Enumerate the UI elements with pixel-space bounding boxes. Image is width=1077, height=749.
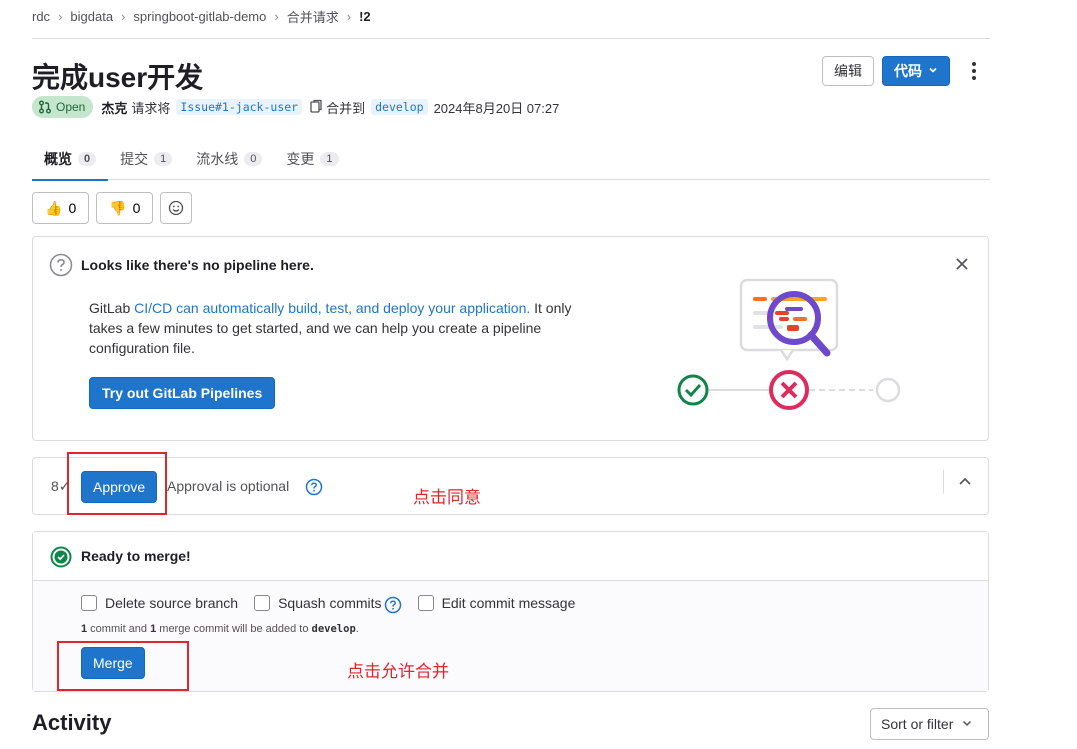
header-divider <box>32 38 990 39</box>
breadcrumb-item-current[interactable]: !2 <box>359 9 371 24</box>
tab-count: 0 <box>244 152 263 166</box>
close-icon[interactable] <box>955 255 969 276</box>
thumbs-up-button[interactable]: 👍 0 <box>32 192 90 224</box>
merge-request-tabs: 概览 0 提交 1 流水线 0 变更 1 <box>32 138 990 181</box>
help-icon[interactable] <box>384 596 402 617</box>
chevron-down-icon <box>928 65 938 78</box>
help-icon[interactable] <box>305 478 323 499</box>
page-title: 完成user开发 <box>32 62 204 93</box>
source-branch[interactable]: Issue#1-jack-user <box>176 99 303 115</box>
edit-button[interactable]: 编辑 <box>822 56 874 86</box>
pipeline-illustration <box>677 278 901 410</box>
tab-pipelines[interactable]: 流水线 0 <box>184 138 274 180</box>
note-text: merge commit will be added to <box>156 623 312 635</box>
breadcrumb-item-rdc[interactable]: rdc <box>32 9 50 24</box>
note-target-branch: develop <box>311 623 356 635</box>
breadcrumb-item-project[interactable]: springboot-gitlab-demo <box>133 9 266 24</box>
checkbox[interactable] <box>81 594 97 611</box>
breadcrumb-separator: › <box>346 9 352 24</box>
checkbox[interactable] <box>254 594 271 611</box>
tab-label: 流水线 <box>196 151 239 167</box>
approve-highlight-box <box>67 452 167 515</box>
merge-highlight-box <box>57 641 189 691</box>
description-prefix: GitLab <box>89 300 135 316</box>
thumbs-down-count: 0 <box>132 200 141 216</box>
breadcrumb-item-bigdata[interactable]: bigdata <box>70 9 113 24</box>
merge-annotation: 点击允许合并 <box>347 662 449 682</box>
breadcrumb-separator: › <box>121 9 126 24</box>
code-button-label: 代码 <box>894 63 922 79</box>
ready-to-merge-title: Ready to merge! <box>81 548 191 564</box>
author-name[interactable]: 杰克 <box>101 98 127 117</box>
breadcrumb-separator: › <box>274 9 279 24</box>
add-reaction-button[interactable] <box>160 192 193 224</box>
edit-commit-message-checkbox[interactable]: Edit commit message <box>417 594 576 611</box>
checkbox-label: Delete source branch <box>105 594 239 611</box>
tab-count: 1 <box>320 152 339 166</box>
merge-options: Delete source branch Squash commits Edit… <box>81 592 591 614</box>
success-status-icon <box>50 546 72 571</box>
copy-icon[interactable] <box>310 99 322 116</box>
tab-label: 变更 <box>286 151 315 167</box>
code-dropdown-button[interactable]: 代码 <box>882 56 950 86</box>
tab-count: 0 <box>78 152 97 166</box>
merge-request-meta: Open 杰克 请求将 Issue#1-jack-user 合并到 develo… <box>32 96 559 118</box>
checkbox-label: Squash commits <box>278 594 382 611</box>
breadcrumb: rdc › bigdata › springboot-gitlab-demo ›… <box>32 7 371 26</box>
created-date: 2024年8月20日 07:27 <box>433 100 560 116</box>
no-pipeline-description: GitLab CI/CD can automatically build, te… <box>89 298 589 358</box>
thumbs-up-count: 0 <box>68 200 77 216</box>
cicd-link[interactable]: CI/CD can automatically build, test, and… <box>134 300 530 316</box>
merge-into-text: 合并到 <box>326 100 366 116</box>
more-actions-icon[interactable] <box>964 58 984 84</box>
tab-label: 提交 <box>120 151 149 167</box>
activity-heading: Activity <box>32 710 112 735</box>
tab-overview[interactable]: 概览 0 <box>32 138 109 181</box>
breadcrumb-item-merge-requests[interactable]: 合并请求 <box>287 7 339 26</box>
no-pipeline-title: Looks like there's no pipeline here. <box>81 257 314 273</box>
checkbox-label: Edit commit message <box>441 594 576 611</box>
smiley-icon <box>169 200 184 216</box>
thumbs-down-icon: 👎 <box>109 199 127 216</box>
sort-filter-dropdown[interactable]: Sort or filter <box>870 708 989 740</box>
squash-commits-checkbox[interactable]: Squash commits <box>254 592 401 614</box>
thumbs-up-icon: 👍 <box>45 199 63 216</box>
sort-filter-label: Sort or filter <box>881 716 954 732</box>
checkbox[interactable] <box>417 594 434 611</box>
approval-status-text: Approval is optional <box>167 478 290 494</box>
tab-label: 概览 <box>44 151 72 167</box>
no-pipeline-card: Looks like there's no pipeline here. Git… <box>32 236 989 441</box>
status-badge-label: Open <box>56 100 86 114</box>
thumbs-down-button[interactable]: 👎 0 <box>96 192 154 224</box>
reactions-bar: 👍 0 👎 0 <box>32 192 193 224</box>
tab-changes[interactable]: 变更 1 <box>274 138 350 180</box>
merge-commit-note: 1 commit and 1 merge commit will be adde… <box>81 623 359 635</box>
merge-request-icon <box>39 100 51 114</box>
status-badge: Open <box>32 96 94 118</box>
approval-divider <box>943 470 944 494</box>
tab-commits[interactable]: 提交 1 <box>108 138 184 180</box>
chevron-up-icon[interactable] <box>957 474 973 493</box>
breadcrumb-separator: › <box>58 9 63 24</box>
note-text: . <box>355 623 359 635</box>
merge-widget-header: Ready to merge! <box>33 532 988 581</box>
approve-annotation: 点击同意 <box>413 488 481 508</box>
tab-count: 1 <box>154 152 173 166</box>
try-pipelines-button[interactable]: Try out GitLab Pipelines <box>89 377 276 409</box>
delete-source-branch-checkbox[interactable]: Delete source branch <box>81 594 239 611</box>
meta-action-text: 请求将 <box>131 100 171 116</box>
note-text: commit and <box>87 623 151 635</box>
approval-widget: 8✓ Approve Approval is optional <box>32 457 989 515</box>
chevron-down-icon <box>961 716 973 732</box>
target-branch[interactable]: develop <box>371 99 428 115</box>
question-icon <box>49 253 73 280</box>
